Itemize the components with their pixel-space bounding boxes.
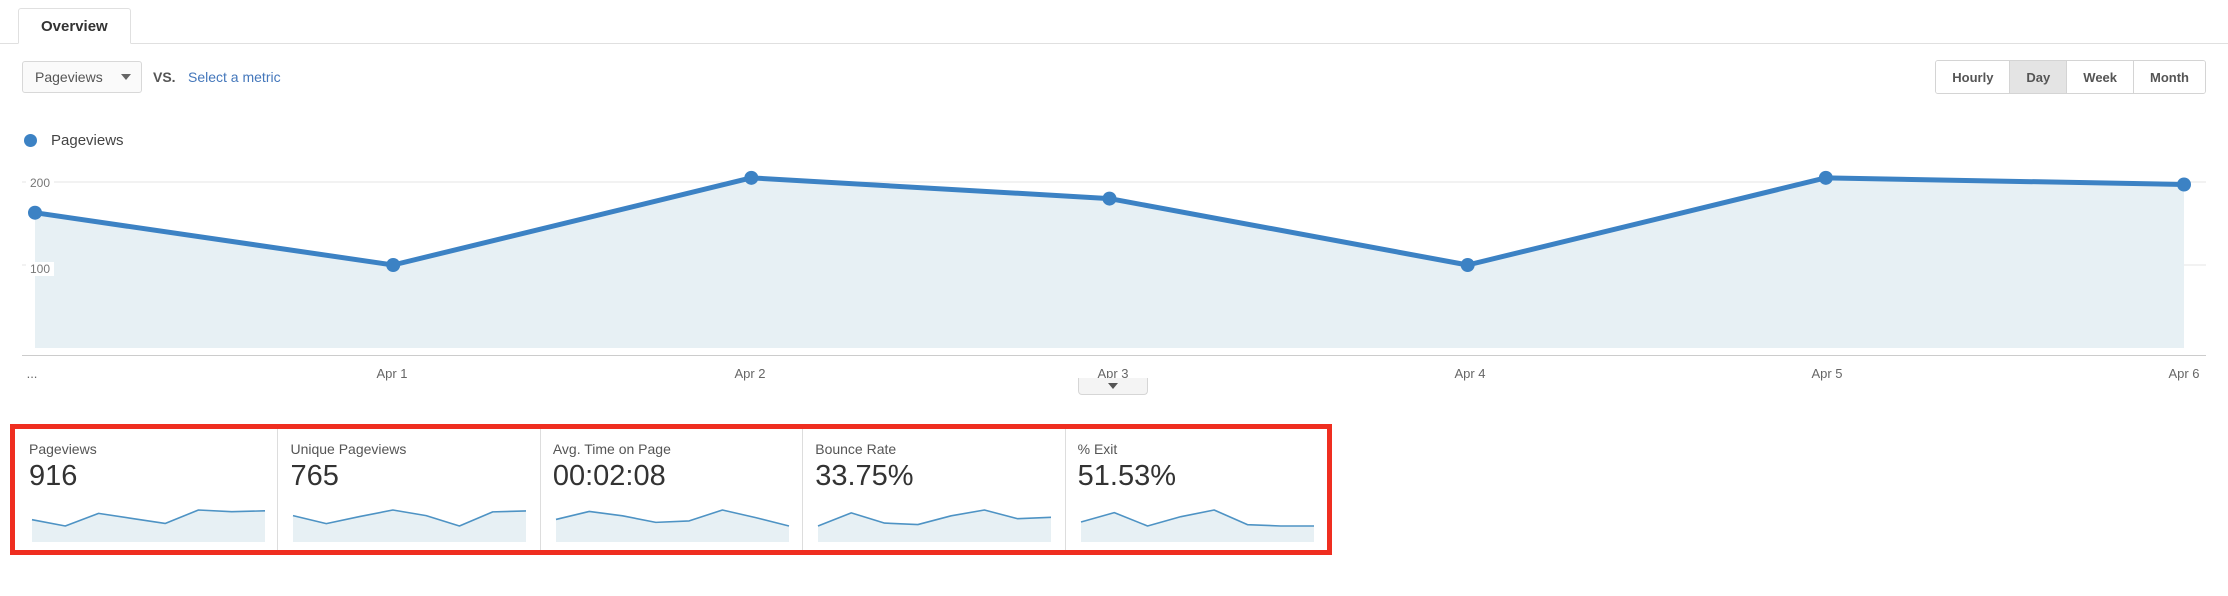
metric-card-sparkline	[31, 509, 266, 542]
metric-card-sparkline	[293, 509, 527, 542]
x-axis-tick-1: Apr 1	[376, 366, 408, 381]
metric-card-pageviews[interactable]: Pageviews 916	[15, 429, 277, 550]
chart-legend: Pageviews	[24, 132, 124, 149]
y-axis-tick-100: 100	[26, 262, 55, 276]
metric-card-avg-time-on-page[interactable]: Avg. Time on Page 00:02:08	[539, 429, 802, 550]
metric-select-dropdown[interactable]: Pageviews	[22, 61, 142, 93]
metric-card-sparkline	[817, 509, 1052, 542]
x-axis-tick-2: Apr 2	[734, 366, 766, 381]
collapse-chart-button[interactable]	[1078, 378, 1148, 395]
pageviews-chart-svg	[22, 170, 2206, 348]
metric-card-sparkline	[1080, 509, 1314, 542]
metric-card-title: % Exit	[1077, 441, 1118, 457]
select-a-metric-link[interactable]: Select a metric	[188, 69, 281, 85]
metric-card-value: 00:02:08	[552, 460, 666, 492]
metric-cards-row: Pageviews 916 Unique Pageviews 765 Avg. …	[15, 429, 1327, 550]
granularity-month-button[interactable]: Month	[2134, 61, 2205, 93]
metric-card-unique-pageviews[interactable]: Unique Pageviews 765	[277, 429, 539, 550]
tab-overview[interactable]: Overview	[18, 8, 131, 44]
metric-select-label: Pageviews	[35, 69, 103, 85]
granularity-day-button[interactable]: Day	[2010, 61, 2068, 93]
granularity-button-group: Hourly Day Week Month	[1935, 60, 2206, 94]
vs-label: VS.	[153, 69, 176, 85]
metric-card-bounce-rate[interactable]: Bounce Rate 33.75%	[802, 429, 1064, 550]
legend-series-label[interactable]: Pageviews	[51, 132, 124, 149]
metric-card-sparkline	[555, 509, 790, 542]
granularity-week-button[interactable]: Week	[2067, 61, 2135, 93]
x-axis-tick-0: ...	[26, 366, 38, 381]
chart-controls: Pageviews VS. Select a metric Hourly Day…	[0, 44, 2228, 94]
tab-overview-label: Overview	[41, 17, 108, 35]
x-axis-tick-5: Apr 5	[1811, 366, 1843, 381]
x-axis-tick-4: Apr 4	[1454, 366, 1486, 381]
metric-card-title: Unique Pageviews	[290, 441, 407, 457]
tab-strip: Overview	[0, 0, 2228, 44]
x-axis-tick-6: Apr 6	[2168, 366, 2200, 381]
chevron-down-icon	[1108, 383, 1118, 389]
metric-card-value: 51.53%	[1077, 460, 1176, 492]
metric-card-value: 765	[290, 460, 339, 492]
x-axis-line	[22, 355, 2206, 356]
chevron-down-icon	[120, 74, 131, 80]
granularity-hourly-button[interactable]: Hourly	[1936, 61, 2011, 93]
metric-card-value: 916	[29, 460, 78, 492]
metric-card-title: Avg. Time on Page	[552, 441, 671, 457]
pageviews-line-chart[interactable]	[0, 160, 2228, 370]
y-axis-tick-200: 200	[26, 176, 55, 190]
metric-card-title: Pageviews	[29, 441, 97, 457]
metric-card-title: Bounce Rate	[815, 441, 897, 457]
legend-series-dot-icon	[24, 134, 37, 147]
metric-card-percent-exit[interactable]: % Exit 51.53%	[1064, 429, 1327, 550]
metric-card-value: 33.75%	[815, 460, 914, 492]
